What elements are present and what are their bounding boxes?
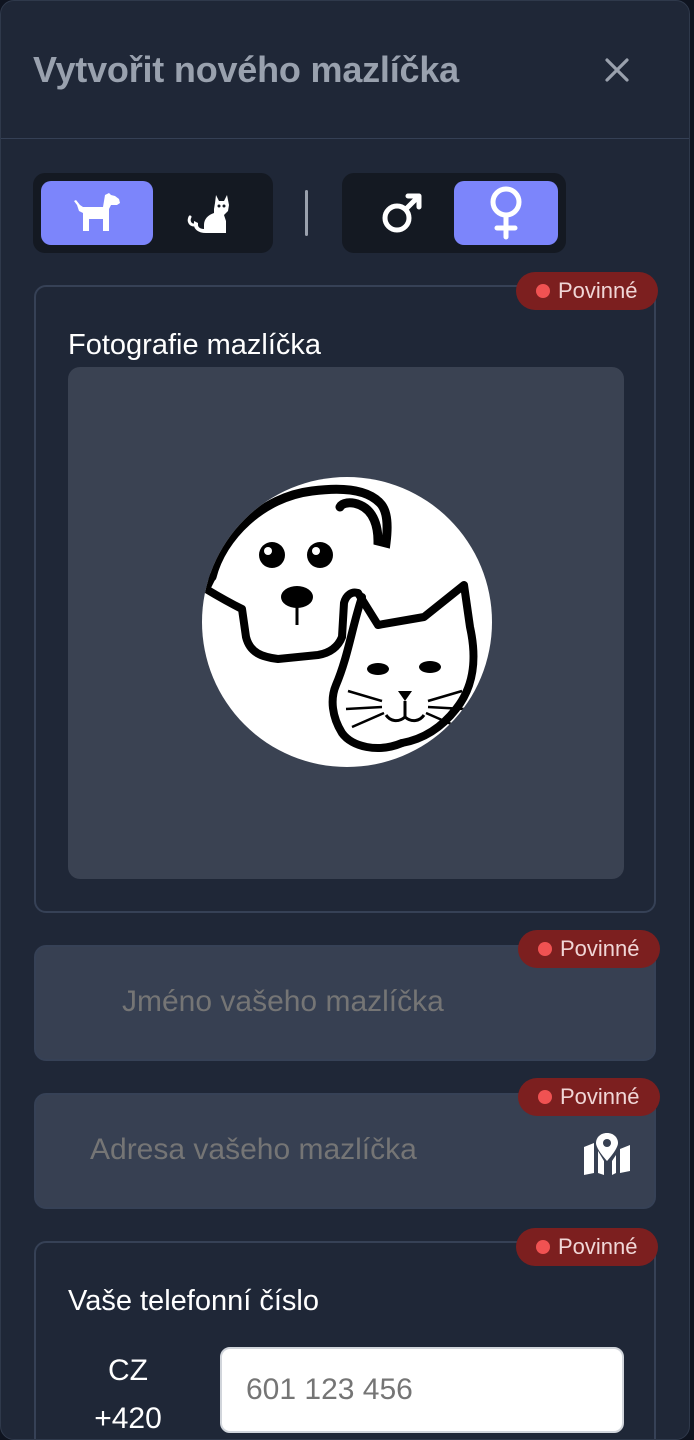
female-icon	[490, 186, 522, 240]
pet-placeholder-image	[202, 477, 492, 767]
required-dot	[536, 284, 550, 298]
close-icon	[605, 57, 629, 82]
photo-label: Fotografie mazlíčka	[68, 329, 322, 361]
create-pet-modal: Vytvořit nového mazlíčka Fotografie mazl…	[0, 0, 690, 1440]
name-required-badge: Povinné	[518, 930, 660, 968]
map-pin-icon[interactable]	[582, 1131, 632, 1175]
cat-option-button[interactable]	[153, 181, 265, 245]
gender-toggle	[342, 173, 566, 253]
photo-section: Fotografie mazlíčka	[34, 285, 656, 913]
dial-code: +420	[94, 1402, 162, 1435]
close-button[interactable]	[597, 50, 637, 90]
female-option-button[interactable]	[454, 181, 558, 245]
country-code-selector[interactable]: CZ +420	[88, 1347, 168, 1439]
phone-label: Vaše telefonní číslo	[68, 1285, 319, 1317]
country-code: CZ	[108, 1354, 148, 1387]
modal-header: Vytvořit nového mazlíčka	[1, 1, 689, 139]
required-badge-label: Povinné	[558, 278, 638, 303]
dog-icon	[74, 193, 120, 231]
dog-and-cat-icon	[202, 484, 478, 752]
phone-required-badge: Povinné	[516, 1228, 658, 1266]
dog-option-button[interactable]	[41, 181, 153, 245]
required-badge-label: Povinné	[558, 1234, 638, 1259]
required-dot	[538, 1090, 552, 1104]
male-icon	[382, 193, 422, 233]
male-option-button[interactable]	[350, 181, 454, 245]
pet-toggles	[33, 173, 566, 253]
phone-section: Vaše telefonní číslo CZ +420	[34, 1241, 656, 1439]
pet-name-input[interactable]	[122, 985, 622, 1019]
photo-upload-area[interactable]	[68, 367, 624, 879]
required-badge-label: Povinné	[560, 936, 640, 961]
pet-address-input[interactable]	[90, 1133, 560, 1167]
cat-icon	[187, 195, 229, 233]
modal-title: Vytvořit nového mazlíčka	[33, 48, 460, 90]
phone-input[interactable]	[220, 1347, 624, 1433]
toggle-divider	[305, 190, 308, 236]
required-dot	[538, 942, 552, 956]
photo-required-badge: Povinné	[516, 272, 658, 310]
address-required-badge: Povinné	[518, 1078, 660, 1116]
required-badge-label: Povinné	[560, 1084, 640, 1109]
required-dot	[536, 1240, 550, 1254]
species-toggle	[33, 173, 273, 253]
